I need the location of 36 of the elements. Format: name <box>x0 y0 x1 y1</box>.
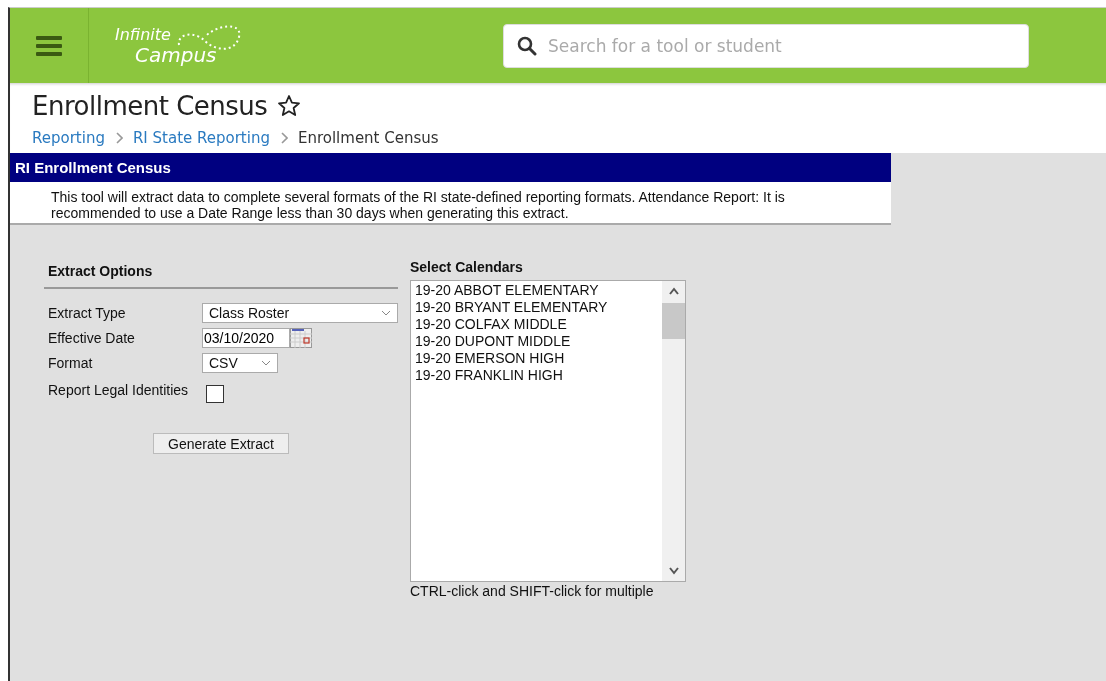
section-title: Select Calendars <box>410 259 524 277</box>
scroll-up-icon[interactable] <box>667 287 680 295</box>
scroll-down-icon[interactable] <box>667 567 680 575</box>
field-label: Extract Type <box>48 305 127 321</box>
breadcrumb-link[interactable]: Reporting <box>32 129 105 147</box>
dropdown[interactable]: CSV <box>202 353 278 373</box>
calendar-item[interactable]: 19-20 ABBOT ELEMENTARY <box>415 282 658 299</box>
calendar-icon[interactable] <box>290 328 312 348</box>
breadcrumb-link[interactable]: RI State Reporting <box>132 129 270 147</box>
description: This tool will extract data to complete several formats of the RI state-defined reporting formats. Attendance Report: It is recommended to use a Date Range less than 30 days when generating this extract. <box>50 188 786 223</box>
caret-icon <box>261 360 271 366</box>
breadcrumb-current: Enrollment Census <box>297 129 439 147</box>
calendar-item[interactable]: 19-20 DUPONT MIDDLE <box>415 333 658 350</box>
star-icon[interactable] <box>277 94 302 118</box>
calendar-item[interactable]: 19-20 BRYANT ELEMENTARY <box>415 299 658 316</box>
scroll-thumb[interactable] <box>662 303 685 339</box>
field-label: Effective Date <box>48 330 136 346</box>
hint-text: CTRL-click and SHIFT-click for multiple <box>410 583 655 599</box>
page-title: Enrollment Census <box>32 91 268 121</box>
menu-icon[interactable] <box>36 34 62 57</box>
field-label: Format <box>48 355 94 371</box>
search-field[interactable]: Search for a tool or student <box>503 23 1029 68</box>
scrollbar[interactable] <box>662 281 685 581</box>
field-label: Report Legal Identities <box>48 382 190 398</box>
section-title: Extract Options <box>44 259 398 289</box>
generate-button[interactable]: Generate Extract <box>153 433 289 454</box>
checkbox[interactable] <box>206 385 224 403</box>
calendar-item[interactable]: 19-20 COLFAX MIDDLE <box>415 316 658 333</box>
date-field[interactable]: 03/10/2020 <box>202 328 290 348</box>
calendar-item[interactable]: 19-20 FRANKLIN HIGH <box>415 367 658 384</box>
panel-header: RI Enrollment Census <box>10 153 891 182</box>
chevron-icon <box>114 132 123 144</box>
calendar-item[interactable]: 19-20 EMERSON HIGH <box>415 350 658 367</box>
dropdown[interactable]: Class Roster <box>202 303 398 323</box>
chevron-icon <box>279 132 288 144</box>
caret-icon <box>381 310 391 316</box>
